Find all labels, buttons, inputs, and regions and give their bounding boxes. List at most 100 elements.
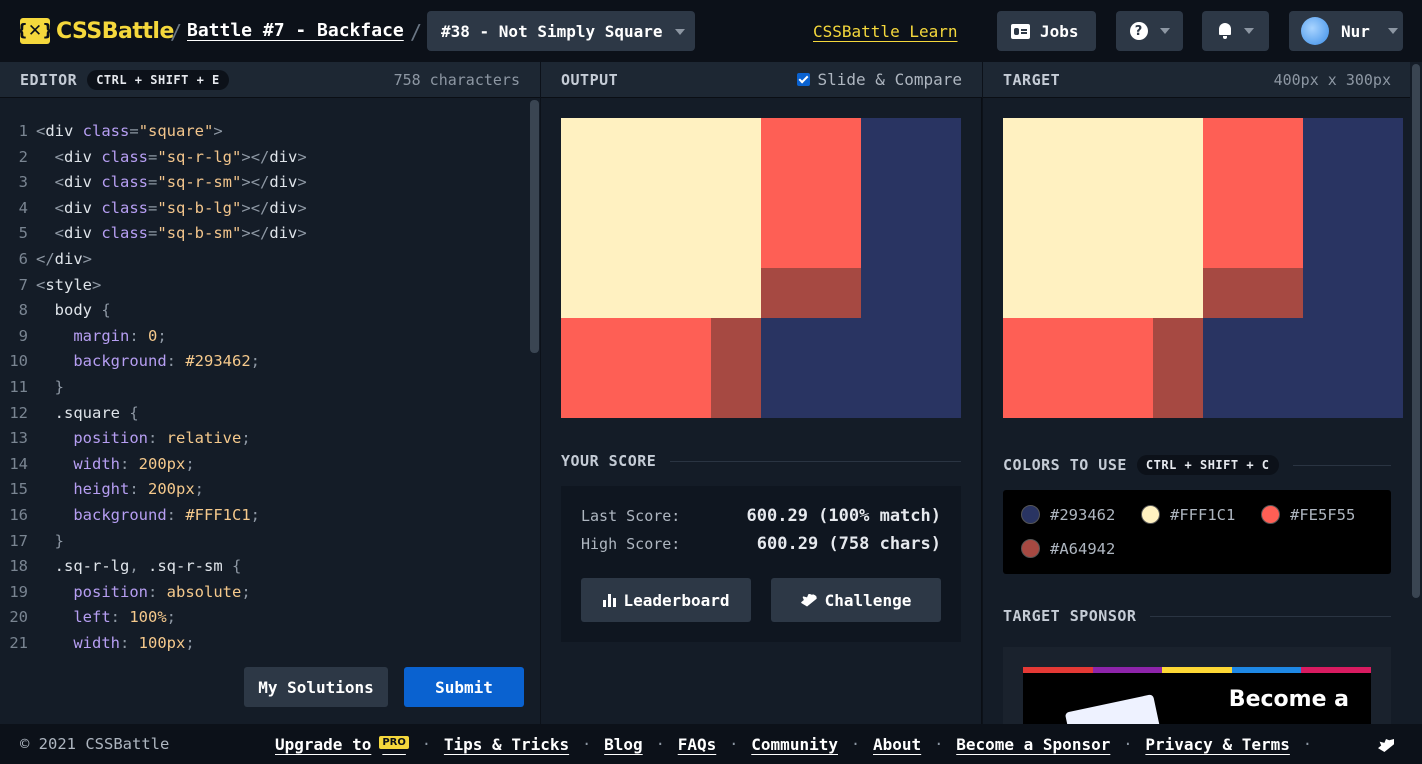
challenge-button[interactable]: Challenge [771, 578, 941, 622]
code-line[interactable]: 5 <div class="sq-b-sm"></div> [0, 224, 525, 250]
code-token: } [54, 531, 65, 550]
user-menu-button[interactable]: Nur [1289, 11, 1403, 51]
slide-compare-checkbox[interactable] [796, 73, 810, 86]
code-line[interactable]: 6 </div> [0, 250, 525, 276]
target-red-large [1203, 118, 1303, 268]
line-number: 7 [18, 275, 28, 294]
footer-link-blog[interactable]: Blog [604, 735, 643, 754]
battle-link[interactable]: Battle #7 - Backface [187, 20, 404, 41]
code-token: "sq-b-sm" [157, 224, 242, 243]
code-token: .square [36, 403, 130, 422]
footer-separator: · [1302, 735, 1312, 753]
footer-link-upgrade[interactable]: Upgrade to PRO [275, 735, 409, 754]
target-bottom-large [1003, 318, 1153, 418]
code-line[interactable]: 3 <div class="sq-r-sm"></div> [0, 173, 525, 199]
output-title: OUTPUT [561, 70, 619, 89]
color-swatch[interactable]: #FFF1C1 [1141, 505, 1235, 524]
sponsor-ad[interactable]: Become a [1003, 647, 1391, 724]
code-line[interactable]: 11 } [0, 378, 525, 404]
code-line[interactable]: 8 body { [0, 301, 525, 327]
color-dot [1261, 505, 1280, 524]
code-line[interactable]: 1 <div class="square"> [0, 122, 525, 148]
code-line[interactable]: 2 <div class="sq-r-lg"></div> [0, 148, 525, 174]
editor-scrollbar[interactable] [529, 98, 540, 724]
footer-link-faqs[interactable]: FAQs [678, 735, 717, 754]
page-scrollbar[interactable] [1410, 62, 1422, 724]
sponsor-title: TARGET SPONSOR [1003, 607, 1137, 625]
code-token: class [101, 198, 149, 217]
color-swatch[interactable]: #293462 [1021, 505, 1115, 524]
line-number: 15 [9, 480, 28, 499]
submit-button[interactable]: Submit [404, 667, 524, 707]
learn-link[interactable]: CSSBattle Learn [813, 22, 958, 41]
footer-link-community[interactable]: Community [751, 735, 838, 754]
my-solutions-button[interactable]: My Solutions [244, 667, 388, 707]
target-select-dropdown[interactable]: #38 - Not Simply Square [427, 11, 695, 51]
editor-shortcut-badge: CTRL + SHIFT + E [87, 69, 229, 90]
code-token: width [73, 633, 120, 652]
code-token: { [101, 301, 111, 320]
footer-link-sponsor[interactable]: Become a Sponsor [956, 735, 1110, 754]
code-line[interactable]: 4 <div class="sq-b-lg"></div> [0, 199, 525, 225]
line-number: 16 [9, 505, 28, 524]
code-text: margin: 0; [36, 327, 166, 353]
code-text: <div class="sq-b-sm"></div> [36, 224, 307, 250]
code-token: 200px [138, 454, 186, 473]
code-line[interactable]: 17 } [0, 532, 525, 558]
help-menu-button[interactable]: ? [1116, 11, 1183, 51]
code-token: position [73, 429, 148, 448]
ad-illustration [1064, 694, 1162, 724]
code-line[interactable]: 7 <style> [0, 276, 525, 302]
line-number: 10 [9, 352, 28, 371]
code-line[interactable]: 15 height: 200px; [0, 480, 525, 506]
editor-scroll-thumb[interactable] [530, 100, 539, 353]
output-bottom-small [711, 318, 761, 418]
line-number: 1 [18, 122, 28, 140]
cssbattle-logo[interactable]: {✕} CSSBattle [16, 18, 174, 44]
twitter-icon[interactable] [1378, 739, 1394, 752]
code-line[interactable]: 18 .sq-r-lg, .sq-r-sm { [0, 557, 525, 583]
code-line[interactable]: 19 position: absolute; [0, 583, 525, 609]
line-number: 18 [9, 557, 28, 576]
code-line[interactable]: 13 position: relative; [0, 429, 525, 455]
footer-separator: · [1123, 735, 1133, 753]
color-swatch[interactable]: #A64942 [1021, 539, 1115, 558]
code-line[interactable]: 14 width: 200px; [0, 455, 525, 481]
code-token: absolute [166, 582, 242, 601]
character-count: 758 characters [393, 71, 520, 89]
code-token: div [64, 147, 102, 166]
code-line[interactable]: 16 background: #FFF1C1; [0, 506, 525, 532]
code-line[interactable]: 10 background: #293462; [0, 352, 525, 378]
line-number: 21 [9, 633, 28, 652]
code-text: background: #293462; [36, 352, 260, 378]
page-scroll-thumb[interactable] [1412, 64, 1420, 598]
output-red-small [761, 268, 861, 318]
notifications-button[interactable] [1202, 11, 1269, 51]
score-section-title: YOUR SCORE [561, 452, 961, 470]
code-line[interactable]: 20 left: 100%; [0, 608, 525, 634]
last-score-value: 600.29 (100% match) [746, 506, 941, 526]
code-line[interactable]: 9 margin: 0; [0, 327, 525, 353]
jobs-button[interactable]: Jobs [997, 11, 1096, 51]
code-line[interactable]: 12 .square { [0, 404, 525, 430]
color-swatch[interactable]: #FE5F55 [1261, 505, 1355, 524]
footer-link-about[interactable]: About [873, 735, 921, 754]
output-red-large [761, 118, 861, 268]
slide-compare-toggle[interactable]: Slide & Compare [796, 70, 962, 89]
footer-link-tips[interactable]: Tips & Tricks [444, 735, 569, 754]
code-token: { [232, 557, 242, 576]
code-token: < [36, 122, 46, 140]
code-editor[interactable]: 1 <div class="square"> 2 <div class="sq-r-… [0, 122, 525, 652]
color-code: #A64942 [1050, 539, 1116, 558]
code-token: relative [166, 429, 242, 448]
code-token: div [64, 224, 102, 243]
score-title: YOUR SCORE [561, 452, 657, 470]
code-line[interactable]: 21 width: 100px; [0, 634, 525, 652]
code-token: < [54, 224, 65, 243]
output-preview[interactable] [561, 118, 961, 418]
footer-link-privacy[interactable]: Privacy & Terms [1145, 735, 1290, 754]
leaderboard-button[interactable]: Leaderboard [581, 578, 751, 622]
